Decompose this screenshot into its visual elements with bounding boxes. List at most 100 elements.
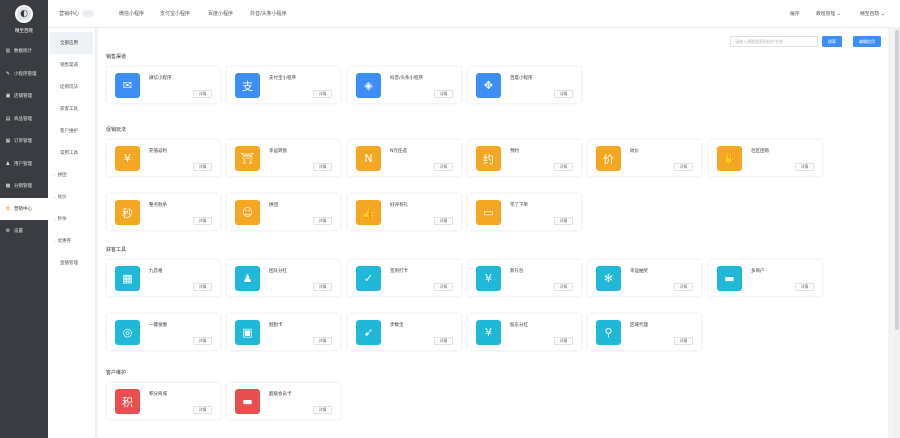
sidebar-item[interactable]: ▣ 店铺管理 xyxy=(0,85,48,108)
top-link-wechat[interactable]: 微信小程序 xyxy=(119,10,144,17)
search-input[interactable] xyxy=(730,36,818,47)
subnav-item[interactable]: › 秒杀 xyxy=(48,208,95,230)
app-card-title: 幸运抽奖 xyxy=(630,269,648,274)
app-card[interactable]: ▬ 超级会员卡 详情 xyxy=(227,383,340,419)
detail-button[interactable]: 详情 xyxy=(193,406,212,414)
sidebar-item[interactable]: ▩ 分销管理 xyxy=(0,175,48,198)
detail-button[interactable]: 详情 xyxy=(313,337,332,345)
detail-button[interactable]: 详情 xyxy=(193,283,212,291)
detail-button[interactable]: 详情 xyxy=(674,337,693,345)
detail-button[interactable]: 详情 xyxy=(313,217,332,225)
detail-button[interactable]: 详情 xyxy=(674,163,693,171)
app-card[interactable]: ✓ 签到打卡 详情 xyxy=(348,260,461,296)
detail-button[interactable]: 详情 xyxy=(193,90,212,98)
app-card[interactable]: ⚲ 区域代理 详情 xyxy=(588,314,701,350)
sidebar-item[interactable]: ⚙ 设置 xyxy=(0,220,48,243)
detail-button[interactable]: 详情 xyxy=(313,283,332,291)
sidebar-item-icon: ▤ xyxy=(5,115,11,122)
app-card[interactable]: N N元任选 详情 xyxy=(348,140,461,176)
detail-button[interactable]: 详情 xyxy=(554,283,573,291)
app-card[interactable]: ♟ 团队分红 详情 xyxy=(227,260,340,296)
app-card[interactable]: ✋ 社区团购 详情 xyxy=(709,140,822,176)
subnav-item[interactable]: › 优惠券 xyxy=(48,230,95,252)
top-link-douyin[interactable]: 抖音/头条小程序 xyxy=(250,10,287,17)
brand[interactable]: ◐ 精至百晓 xyxy=(0,0,48,40)
app-card[interactable]: 积 积分商城 详情 xyxy=(107,383,220,419)
detail-button[interactable]: 详情 xyxy=(554,217,573,225)
app-card[interactable]: ⛩ 幸运转盘 详情 xyxy=(227,140,340,176)
detail-button[interactable]: 详情 xyxy=(313,163,332,171)
detail-button[interactable]: 详情 xyxy=(795,283,814,291)
app-card[interactable]: 支 支付宝小程序 详情 xyxy=(227,67,340,103)
app-card[interactable]: ✻ 幸运抽奖 详情 xyxy=(588,260,701,296)
detail-button[interactable]: 详情 xyxy=(434,163,453,171)
chevron-down-icon: ⌄ xyxy=(880,12,885,17)
detail-button[interactable]: 详情 xyxy=(674,283,693,291)
app-card[interactable]: ◈ 抖音/头条小程序 详情 xyxy=(348,67,461,103)
top-link-alipay[interactable]: 支付宝小程序 xyxy=(160,10,190,17)
subnav-item[interactable]: 销售渠道 xyxy=(48,54,95,76)
detail-button[interactable]: 详情 xyxy=(795,163,814,171)
detail-button[interactable]: 详情 xyxy=(554,163,573,171)
sidebar-item[interactable]: ▤ 商品管理 xyxy=(0,108,48,131)
subnav-item[interactable]: › 拼团 xyxy=(48,164,95,186)
detail-button[interactable]: 详情 xyxy=(313,90,332,98)
app-card-title: 社区团购 xyxy=(751,149,769,154)
app-card[interactable]: ¥ 充值返利 详情 xyxy=(107,140,220,176)
sidebar-item[interactable]: ✎ 小程序管理 xyxy=(0,63,48,86)
cache-link[interactable]: 缓存 xyxy=(790,10,800,17)
detail-button[interactable]: 详情 xyxy=(434,337,453,345)
sidebar-item[interactable]: ✿ 营销中心 xyxy=(0,197,48,220)
top-link-baidu[interactable]: 百度小程序 xyxy=(208,10,233,17)
app-card[interactable]: ▬ 多商户 详情 xyxy=(709,260,822,296)
app-card[interactable]: ▭ 宅了下单 详情 xyxy=(468,194,581,230)
detail-button[interactable]: 详情 xyxy=(554,90,573,98)
subnav-item[interactable]: 促销玩法 xyxy=(48,76,95,98)
app-card[interactable]: ▣ 刮刮卡 详情 xyxy=(227,314,340,350)
app-card[interactable]: 👍 好评有礼 详情 xyxy=(348,194,461,230)
detail-button[interactable]: 详情 xyxy=(434,283,453,291)
app-card[interactable]: ¥ 股东分红 详情 xyxy=(468,314,581,350)
detail-button[interactable]: 详情 xyxy=(434,217,453,225)
app-card[interactable]: ✉ 微信小程序 详情 xyxy=(107,67,220,103)
edit-apps-button[interactable]: 编辑应用 xyxy=(853,36,881,47)
scrollbar-thumb[interactable] xyxy=(895,30,899,330)
sidebar-item[interactable]: ▥ 数据统计 xyxy=(0,40,48,63)
review-reward-icon: 👍 xyxy=(356,200,381,225)
subnav-item-label: 促销玩法 xyxy=(60,85,78,90)
detail-button[interactable]: 详情 xyxy=(434,90,453,98)
search-button[interactable]: 搜索 xyxy=(822,36,842,47)
app-card[interactable]: ▦ 九宫格 详情 xyxy=(107,260,220,296)
sidebar-item[interactable]: ♟ 用户管理 xyxy=(0,153,48,176)
subnav-item[interactable]: 获客工具 xyxy=(48,98,95,120)
detail-button[interactable]: 详情 xyxy=(193,217,212,225)
app-card[interactable]: ¥ 新礼包 详情 xyxy=(468,260,581,296)
subnav-item[interactable]: › 砍价 xyxy=(48,186,95,208)
detail-button[interactable]: 详情 xyxy=(313,406,332,414)
top-section-title[interactable]: 营销中心 xyxy=(59,10,79,17)
app-card[interactable]: ✥ 百度小程序 详情 xyxy=(468,67,581,103)
detail-button[interactable]: 详情 xyxy=(554,337,573,345)
chevron-right-icon: › xyxy=(54,238,56,244)
detail-button[interactable]: 详情 xyxy=(193,337,212,345)
app-card[interactable]: ☺ 拼团 详情 xyxy=(227,194,340,230)
sidebar-item[interactable]: ▦ 订单管理 xyxy=(0,130,48,153)
subnav-item[interactable]: 常用工具 xyxy=(48,142,95,164)
scratch-card-icon: ▣ xyxy=(235,320,260,345)
lucky-wheel-icon-glyph: ⛩ xyxy=(240,152,255,165)
app-card[interactable]: 秒 整点秒杀 详情 xyxy=(107,194,220,230)
subnav-item[interactable]: 直播管理 xyxy=(48,252,95,274)
tutorial-menu[interactable]: 教程管理 ⌄ xyxy=(816,10,841,17)
flash-sale-icon-glyph: 秒 xyxy=(122,206,133,220)
subnav-item[interactable]: 全部应用 xyxy=(50,32,93,54)
app-card[interactable]: ➹ 步数宝 详情 xyxy=(348,314,461,350)
scrollbar[interactable] xyxy=(894,28,900,438)
app-card[interactable]: 约 预约 详情 xyxy=(468,140,581,176)
app-card[interactable]: 价 砍价 详情 xyxy=(588,140,701,176)
store-logo-icon: ◐ xyxy=(15,5,33,23)
subnav-item[interactable]: 客户维护 xyxy=(48,120,95,142)
collapse-toggle[interactable]: ◦◦◦ xyxy=(82,10,95,17)
app-card[interactable]: ◎ 一键发圈 详情 xyxy=(107,314,220,350)
account-menu[interactable]: 精至百晓 ⌄ xyxy=(860,10,885,17)
detail-button[interactable]: 详情 xyxy=(193,163,212,171)
